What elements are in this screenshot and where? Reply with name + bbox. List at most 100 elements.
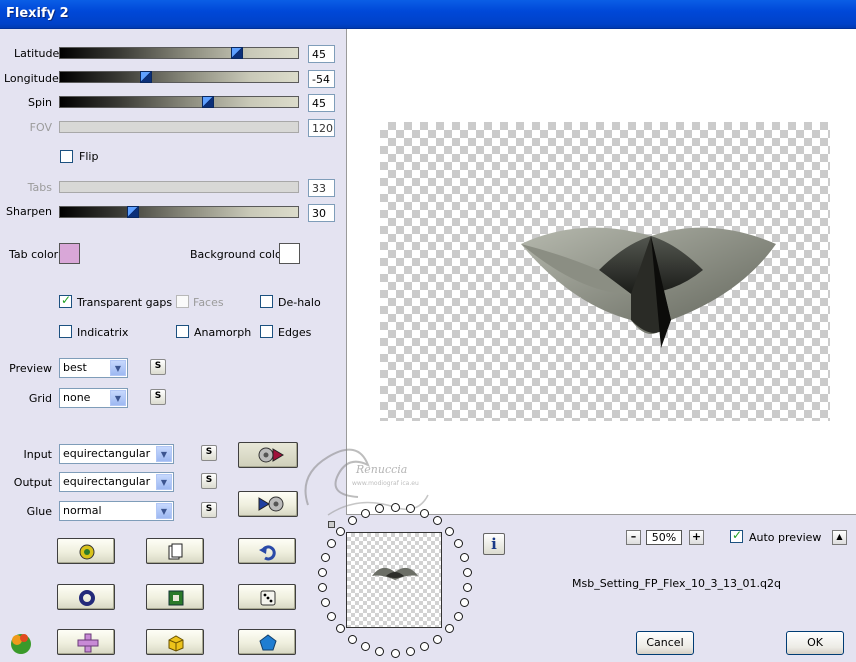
navigator-handle[interactable] [328, 521, 335, 528]
dial-dot [433, 634, 443, 644]
cube-button[interactable] [146, 629, 204, 655]
preview-select[interactable]: best ▼ [59, 358, 128, 378]
chevron-down-icon: ▼ [156, 503, 172, 519]
dial-dot [317, 583, 327, 593]
auto-preview-label: Auto preview [749, 531, 822, 544]
play-camera-icon [258, 496, 284, 512]
plus-shape-button[interactable] [57, 629, 115, 655]
dial-dot [459, 598, 469, 608]
dial-dot [444, 624, 454, 634]
output-value: equirectangular [63, 475, 151, 488]
plus-shape-icon [77, 633, 99, 653]
cancel-button[interactable]: Cancel [636, 631, 694, 655]
auto-preview-checkbox[interactable]: ✓ [730, 528, 743, 543]
input-s-button[interactable]: S [201, 445, 217, 461]
dial-dot [321, 598, 331, 608]
latitude-slider[interactable] [59, 47, 299, 59]
spin-input[interactable]: 45 [308, 94, 335, 112]
camera-play-button[interactable] [238, 442, 298, 468]
pentagon-icon [259, 634, 277, 651]
fov-label: FOV [29, 121, 52, 134]
randomize-button[interactable] [57, 538, 115, 564]
fov-input: 120 [308, 119, 335, 137]
dial-dot [463, 567, 473, 577]
ring-button[interactable] [57, 584, 115, 610]
dial-dot [336, 526, 346, 536]
ok-button[interactable]: OK [786, 631, 844, 655]
grid-select[interactable]: none ▼ [59, 388, 128, 408]
dial-dot [327, 612, 337, 621]
navigator-box[interactable] [346, 532, 442, 628]
zoom-out-button[interactable]: – [626, 530, 641, 545]
de-halo-label: De-halo [278, 296, 321, 309]
window-title: Flexify 2 [6, 6, 69, 21]
glue-label: Glue [26, 505, 52, 518]
longitude-label: Longitude [4, 72, 59, 85]
sharpen-input[interactable]: 30 [308, 204, 335, 222]
latitude-input[interactable]: 45 [308, 45, 335, 63]
background-color-label: Background color [190, 248, 287, 261]
watermark-name: Renuccia [355, 463, 407, 476]
output-select[interactable]: equirectangular ▼ [59, 472, 174, 492]
preview-label: Preview [9, 362, 52, 375]
dial-dot [420, 642, 430, 652]
dial-dot [317, 567, 327, 577]
edges-checkbox[interactable] [260, 325, 273, 338]
anamorph-checkbox[interactable] [176, 325, 189, 338]
output-s-button[interactable]: S [201, 473, 217, 489]
chevron-down-icon: ▼ [156, 446, 172, 462]
copy-button[interactable] [146, 538, 204, 564]
chevron-down-icon: ▼ [156, 474, 172, 490]
background-color-swatch[interactable] [279, 243, 300, 264]
zoom-in-button[interactable]: + [689, 530, 704, 545]
output-label: Output [13, 476, 52, 489]
spin-thumb[interactable] [202, 96, 214, 108]
collapse-button[interactable]: ▲ [832, 530, 847, 545]
sharpen-thumb[interactable] [127, 206, 139, 218]
preset-filename: Msb_Setting_FP_Flex_10_3_13_01.q2q [572, 577, 781, 590]
de-halo-checkbox[interactable] [260, 295, 273, 308]
chevron-down-icon: ▼ [110, 390, 126, 406]
info-button[interactable]: i [483, 533, 505, 555]
randomize-icon [79, 544, 95, 560]
input-select[interactable]: equirectangular ▼ [59, 444, 174, 464]
tabs-slider [59, 181, 299, 193]
spin-slider[interactable] [59, 96, 299, 108]
undo-button[interactable] [238, 538, 296, 564]
dial-dot [347, 634, 357, 644]
dial-dot [459, 552, 469, 562]
transparent-gaps-checkbox[interactable]: ✓ [59, 293, 72, 308]
checkmark-icon: ✓ [61, 293, 72, 307]
longitude-thumb[interactable] [140, 71, 152, 83]
dial-dot [463, 583, 473, 593]
flip-checkbox[interactable] [60, 150, 73, 163]
frame-button[interactable] [146, 584, 204, 610]
latitude-thumb[interactable] [231, 47, 243, 59]
play-camera-button[interactable] [238, 491, 298, 517]
preview-s-button[interactable]: S [150, 359, 166, 375]
pentagon-button[interactable] [238, 629, 296, 655]
zoom-value[interactable]: 50% [646, 530, 682, 545]
dial-dot [453, 612, 463, 621]
dice-icon [260, 590, 276, 606]
copy-icon [168, 543, 183, 560]
glue-s-button[interactable]: S [201, 502, 217, 518]
title-bar[interactable]: Flexify 2 [0, 0, 856, 29]
longitude-slider[interactable] [59, 71, 299, 83]
camera-play-icon [258, 447, 284, 463]
sharpen-slider[interactable] [59, 206, 299, 218]
dial-dot [390, 648, 400, 658]
longitude-input[interactable]: -54 [308, 70, 335, 88]
tab-color-swatch[interactable] [59, 243, 80, 264]
ring-icon [79, 590, 95, 606]
dial-dot [336, 624, 346, 634]
glue-select[interactable]: normal ▼ [59, 501, 174, 521]
dice-button[interactable] [238, 584, 296, 610]
dial-dot [321, 552, 331, 562]
frame-icon [168, 590, 184, 606]
grid-s-button[interactable]: S [150, 389, 166, 405]
sharpen-label: Sharpen [6, 205, 52, 218]
dial-dot [405, 646, 415, 656]
input-label: Input [23, 448, 52, 461]
indicatrix-checkbox[interactable] [59, 325, 72, 338]
